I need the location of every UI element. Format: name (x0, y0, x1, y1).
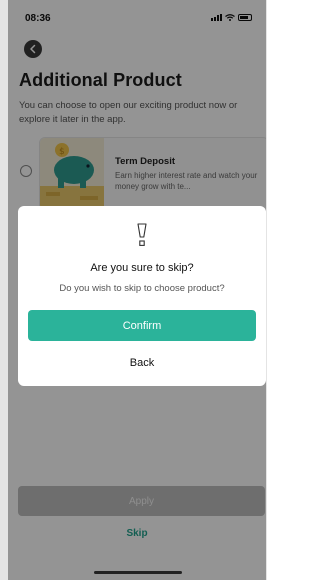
app-screen: 08:36 Additional Product You can choose … (8, 0, 266, 580)
confirm-button[interactable]: Confirm (28, 310, 256, 341)
device-frame: 08:36 Additional Product You can choose … (0, 0, 267, 580)
dialog-back-button[interactable]: Back (28, 351, 256, 375)
skip-confirm-dialog: Are you sure to skip? Do you wish to ski… (18, 206, 266, 386)
dialog-title: Are you sure to skip? (90, 262, 194, 274)
exclamation-icon (137, 223, 147, 246)
home-indicator[interactable] (94, 571, 182, 574)
dialog-subtitle: Do you wish to skip to choose product? (59, 283, 225, 294)
